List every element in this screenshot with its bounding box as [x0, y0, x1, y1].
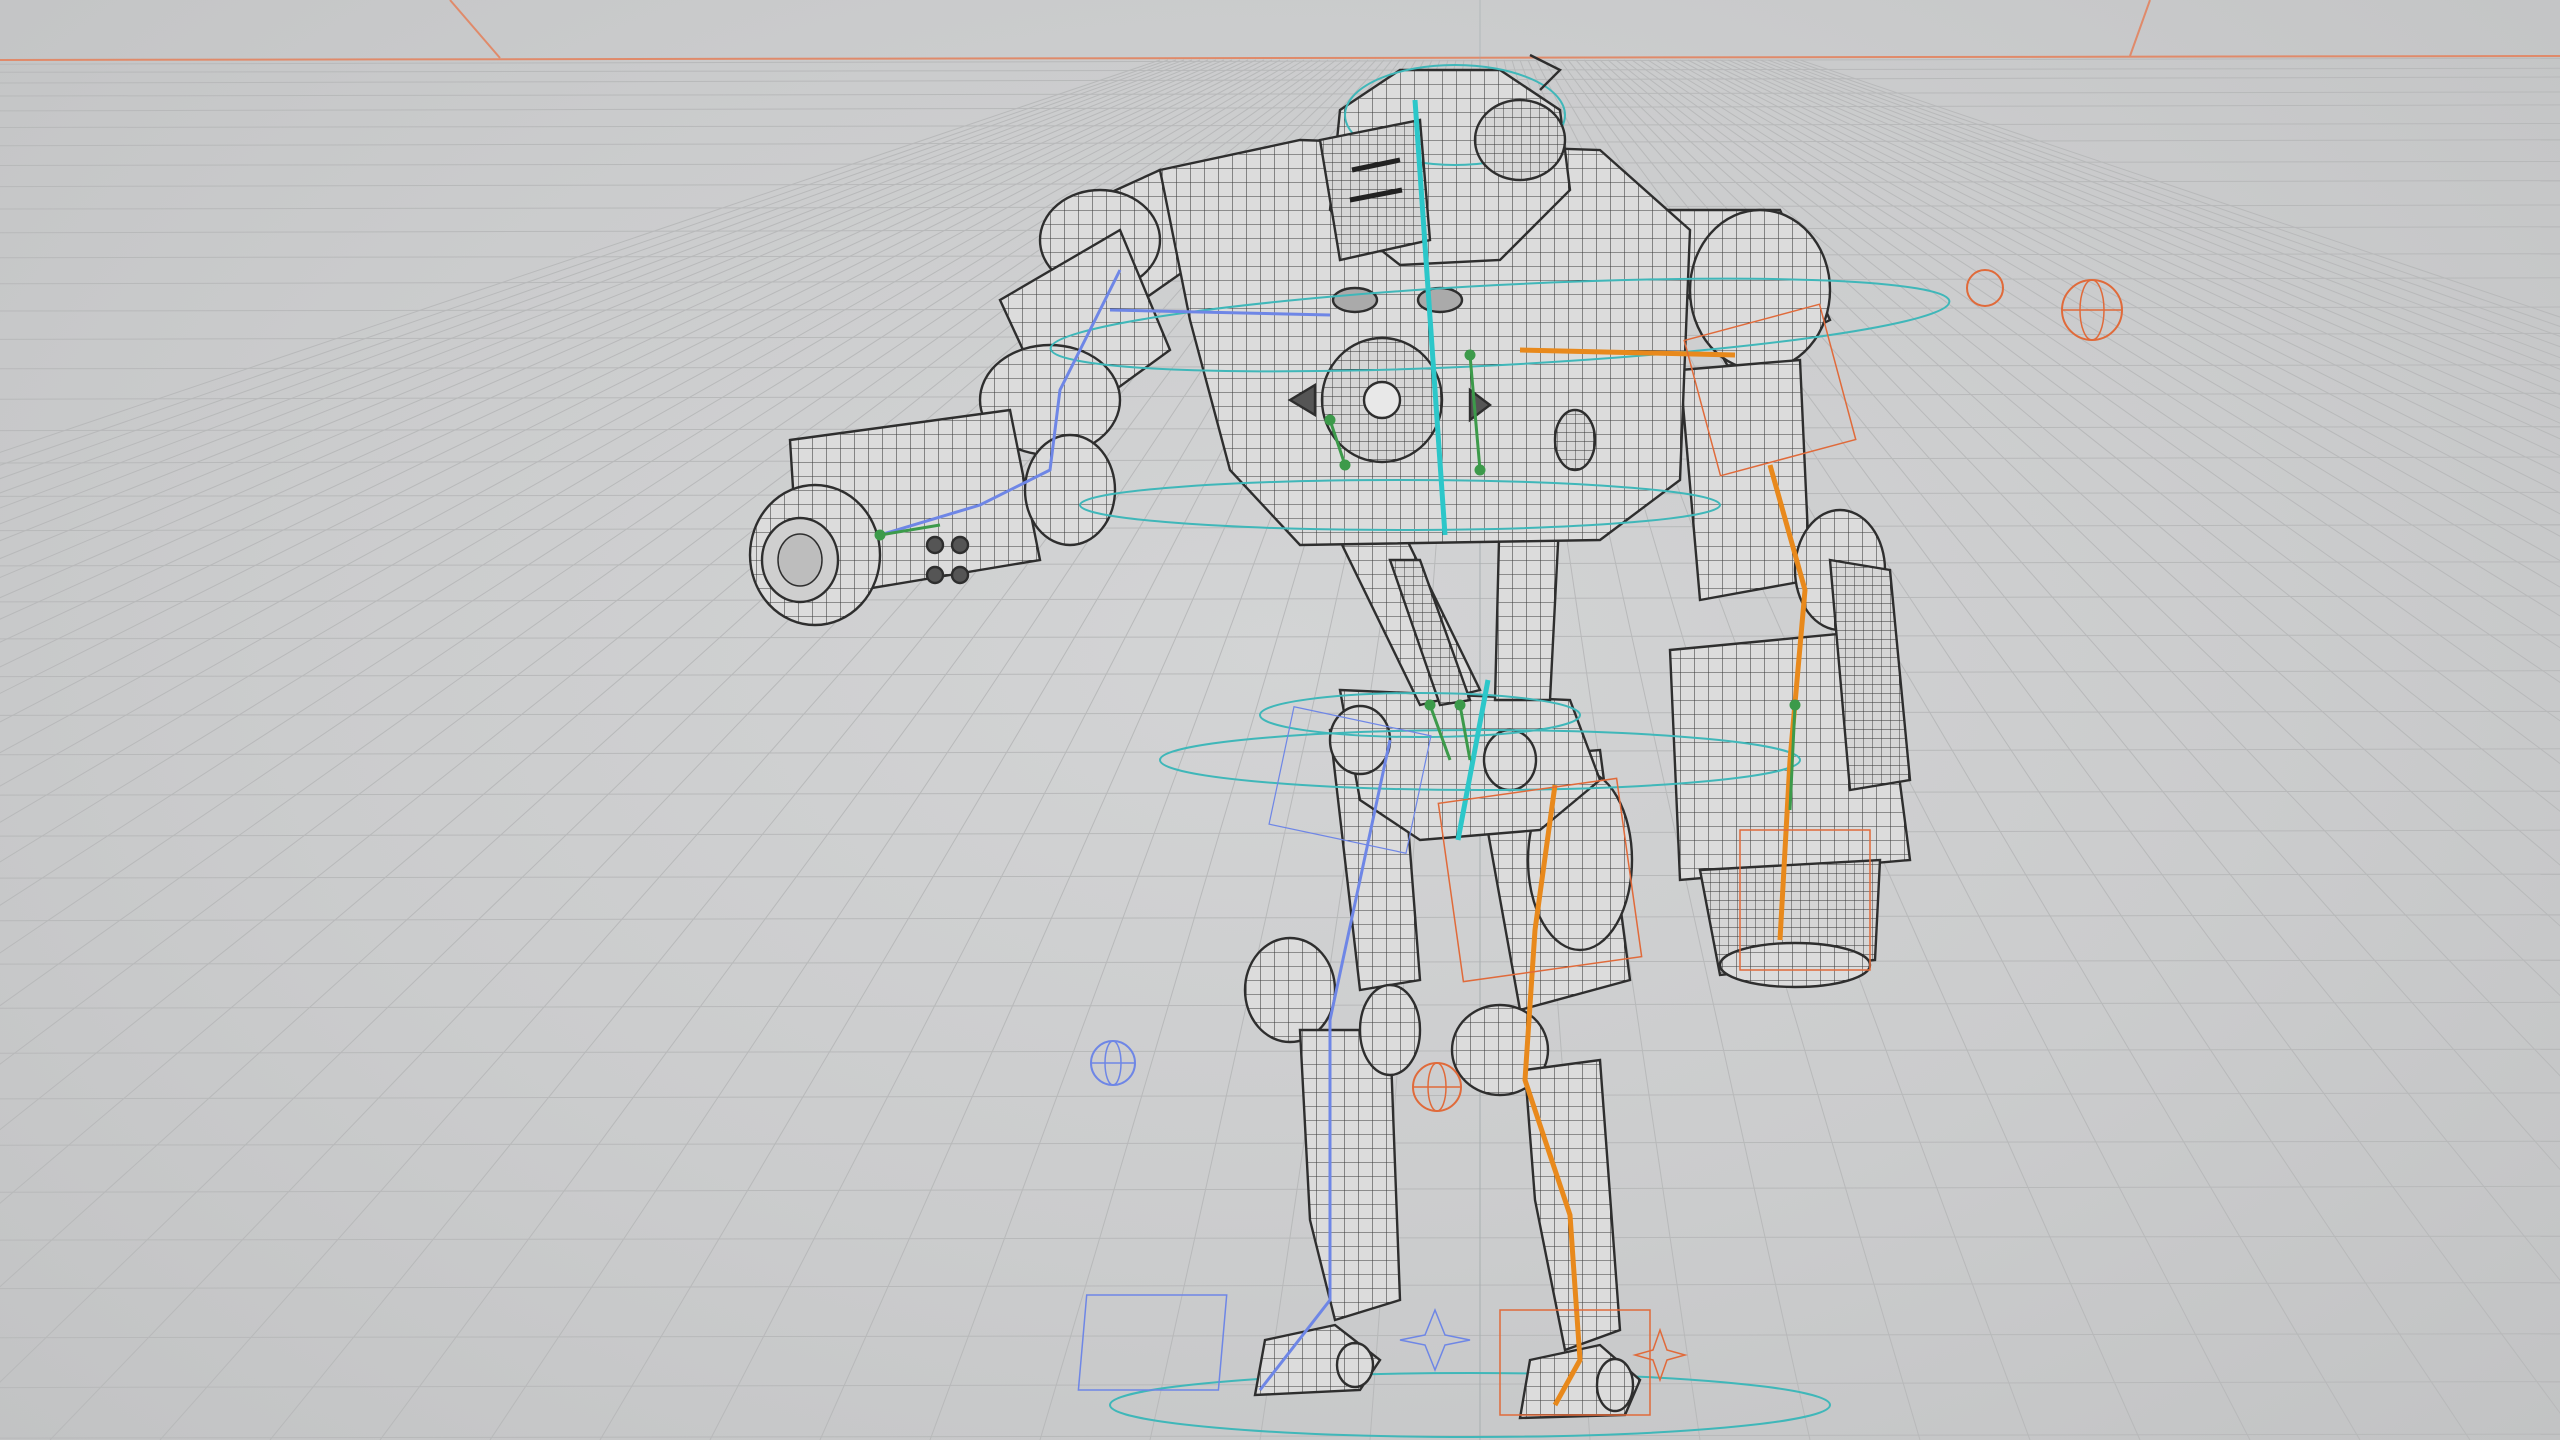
viewport-canvas[interactable]	[0, 0, 2560, 1440]
3d-viewport[interactable]	[0, 0, 2560, 1440]
